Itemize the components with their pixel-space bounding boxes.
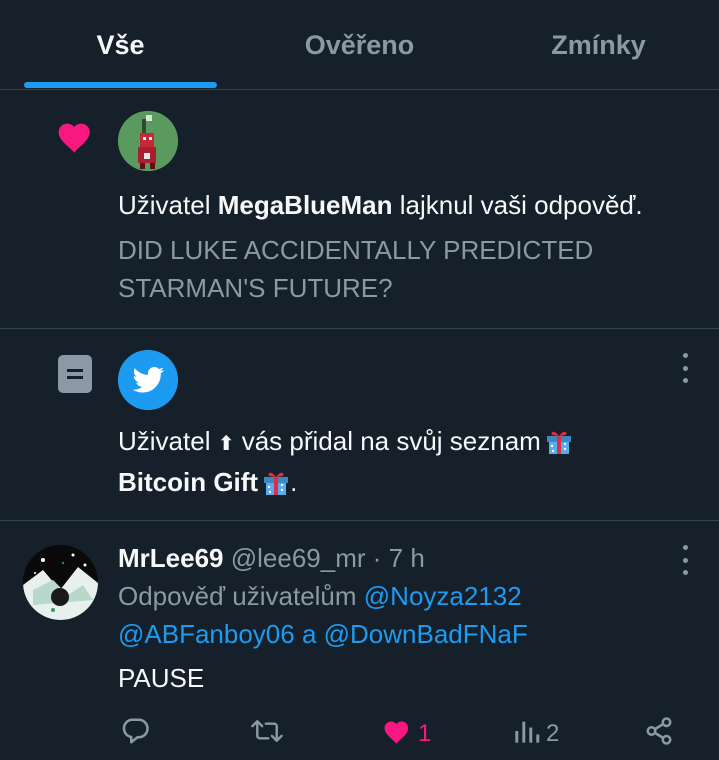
notification-text: Uživatel MegaBlueMan lajknul vaši odpově…	[118, 186, 699, 224]
gift-icon	[262, 467, 290, 495]
like-button[interactable]: 1	[382, 717, 431, 751]
mention-downbadfnaf[interactable]: @DownBadFNaF	[324, 619, 528, 649]
retweet-icon	[250, 716, 284, 753]
like-count: 1	[418, 720, 432, 747]
avatar-twitter-bird[interactable]	[118, 350, 178, 410]
avatar-mrlee69[interactable]	[23, 545, 98, 620]
tweet-time[interactable]: 7 h	[389, 543, 425, 573]
mention-abfanboy06[interactable]: @ABFanboy06	[118, 619, 295, 649]
views-icon	[514, 717, 540, 752]
trailing-period: .	[290, 467, 298, 497]
heart-filled-icon	[382, 717, 412, 752]
tweet-text: PAUSE	[118, 663, 205, 693]
list-name[interactable]: Bitcoin Gift	[118, 467, 258, 497]
notification-tabs: Vše Ověřeno Zmínky	[0, 0, 719, 90]
notification-list-add[interactable]: Uživatel ⬆ vás přidal na svůj seznam Bit…	[0, 329, 719, 521]
share-button[interactable]	[644, 716, 674, 753]
reply-and: a	[294, 619, 324, 649]
mention-noyza2132[interactable]: @Noyza2132	[364, 581, 522, 611]
more-options-icon[interactable]	[681, 353, 689, 383]
view-count: 2	[546, 720, 560, 747]
text-prefix: Uživatel	[118, 426, 218, 456]
notification-like[interactable]: Uživatel MegaBlueMan lajknul vaši odpově…	[0, 90, 719, 329]
reply-button[interactable]	[120, 717, 150, 751]
tab-mentions[interactable]: Zmínky	[502, 30, 695, 61]
tab-verified[interactable]: Ověřeno	[263, 30, 456, 61]
quoted-reply-text: DID LUKE ACCIDENTALLY PREDICTED STARMAN'…	[118, 235, 594, 303]
author-handle[interactable]: @lee69_mr	[231, 543, 366, 573]
reply-icon	[120, 716, 150, 753]
text-prefix: Uživatel	[118, 190, 218, 220]
meta-separator: ·	[365, 543, 389, 573]
retweet-button[interactable]	[250, 717, 284, 751]
text-middle: vás přidal na svůj seznam	[234, 426, 541, 456]
reply-context: Odpověď uživatelům @Noyza2132 @ABFanboy0…	[118, 577, 689, 653]
text-suffix: lajknul vaši odpověď.	[392, 190, 643, 220]
tab-all[interactable]: Vše	[24, 30, 217, 61]
list-icon	[58, 355, 92, 398]
notification-text: Uživatel ⬆ vás přidal na svůj seznam Bit…	[118, 422, 699, 501]
gift-icon	[545, 426, 573, 454]
notification-reply[interactable]: MrLee69 @lee69_mr · 7 h Odpověď uživatel…	[0, 521, 719, 760]
share-icon	[644, 716, 674, 753]
tweet-actions: 1 2	[118, 716, 699, 753]
views-button[interactable]: 2	[514, 717, 559, 751]
tweet-header: MrLee69 @lee69_mr · 7 h	[118, 541, 425, 575]
user-name-arrow[interactable]: ⬆	[218, 433, 235, 455]
active-tab-indicator	[24, 82, 217, 88]
heart-icon	[55, 118, 95, 159]
more-options-icon[interactable]	[681, 545, 689, 575]
user-name-megablueman[interactable]: MegaBlueMan	[218, 190, 393, 220]
avatar-megablueman[interactable]	[118, 111, 178, 171]
reply-prefix: Odpověď uživatelům	[118, 581, 364, 611]
author-name[interactable]: MrLee69	[118, 543, 224, 573]
